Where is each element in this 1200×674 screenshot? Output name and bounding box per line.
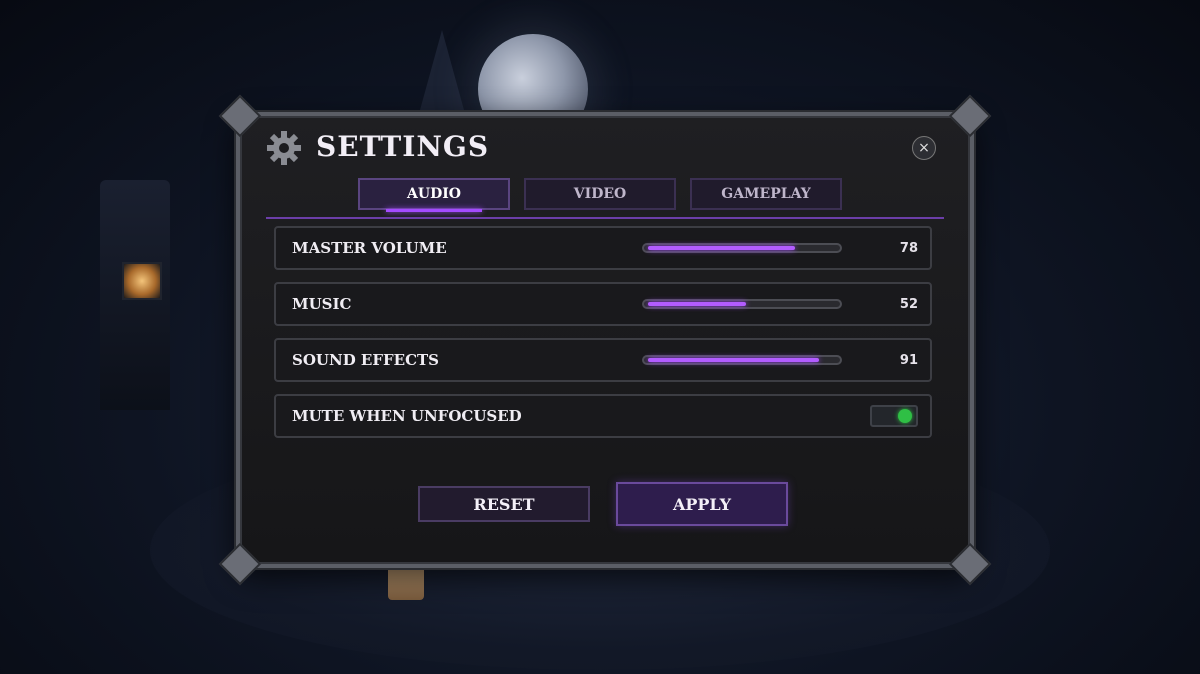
setting-value: 52 xyxy=(899,296,918,312)
reset-button[interactable]: RESET xyxy=(418,486,590,522)
tab-gameplay[interactable]: GAMEPLAY xyxy=(690,178,842,210)
settings-panel: SETTINGS × AUDIO VIDEO GAMEPLAY MASTER V… xyxy=(218,94,992,586)
tab-divider xyxy=(266,217,944,219)
setting-value: 91 xyxy=(899,352,918,368)
panel-corner xyxy=(948,94,992,138)
apply-button[interactable]: APPLY xyxy=(616,482,788,526)
setting-label: MUSIC xyxy=(292,295,352,313)
setting-label: SOUND EFFECTS xyxy=(292,351,440,369)
music-slider[interactable] xyxy=(642,299,842,309)
setting-row-sound-effects: SOUND EFFECTS 91 xyxy=(274,338,932,382)
page-title: SETTINGS xyxy=(316,130,490,163)
slider-fill xyxy=(648,246,795,250)
master-volume-slider[interactable] xyxy=(642,243,842,253)
settings-tabs: AUDIO VIDEO GAMEPLAY xyxy=(358,178,842,212)
setting-value: 78 xyxy=(899,240,918,256)
background-spire xyxy=(420,30,464,110)
setting-label: MASTER VOLUME xyxy=(292,239,447,257)
setting-label: MUTE WHEN UNFOCUSED xyxy=(292,407,522,425)
setting-row-music: MUSIC 52 xyxy=(274,282,932,326)
mute-when-unfocused-toggle[interactable] xyxy=(870,405,918,427)
candle-icon xyxy=(388,566,424,600)
setting-row-mute-when-unfocused: MUTE WHEN UNFOCUSED xyxy=(274,394,932,438)
slider-fill xyxy=(648,358,819,362)
tab-video[interactable]: VIDEO xyxy=(524,178,676,210)
setting-row-master-volume: MASTER VOLUME 78 xyxy=(274,226,932,270)
slider-fill xyxy=(648,302,746,306)
sound-effects-slider[interactable] xyxy=(642,355,842,365)
lantern-icon xyxy=(122,262,162,300)
gear-icon xyxy=(267,131,301,165)
audio-settings-list: MASTER VOLUME 78 MUSIC 52 SOUND EFFECTS … xyxy=(274,226,932,450)
close-button[interactable]: × xyxy=(912,136,936,160)
toggle-knob xyxy=(898,409,912,423)
tab-audio[interactable]: AUDIO xyxy=(358,178,510,212)
panel-corner xyxy=(218,94,262,138)
close-icon: × xyxy=(918,140,930,156)
